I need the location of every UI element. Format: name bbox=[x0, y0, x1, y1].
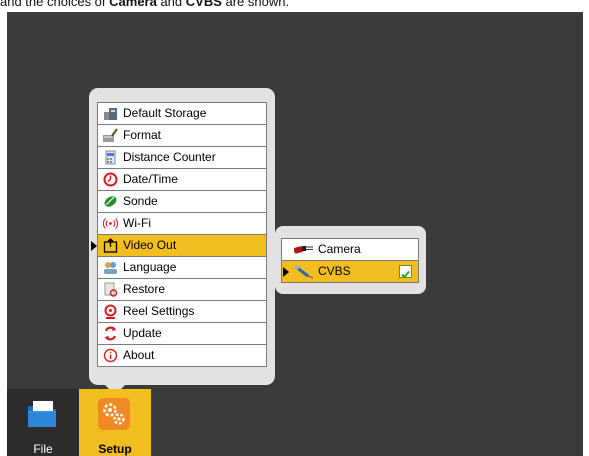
distance-counter-icon bbox=[103, 150, 118, 165]
submenu-item-label: CVBS bbox=[318, 264, 351, 278]
setup-menu-list: Default Storage Format Distance Counter … bbox=[91, 102, 267, 367]
taskbar: File Setup bbox=[7, 389, 151, 456]
menu-item-label: Update bbox=[123, 326, 162, 340]
selection-arrow-icon bbox=[91, 241, 97, 251]
menu-item-restore[interactable]: Restore bbox=[98, 279, 266, 301]
menu-item-label: Restore bbox=[123, 282, 166, 296]
submenu-item-label: Camera bbox=[318, 242, 361, 256]
menu-item-date-time[interactable]: Date/Time bbox=[98, 169, 266, 191]
cvbs-connector-icon bbox=[294, 264, 314, 279]
menu-item-default-storage[interactable]: Default Storage bbox=[98, 103, 266, 125]
menu-item-label: Date/Time bbox=[123, 172, 178, 186]
wifi-icon bbox=[103, 216, 118, 231]
menu-item-label: Video Out bbox=[123, 238, 177, 252]
menu-item-sonde[interactable]: Sonde bbox=[98, 191, 266, 213]
menu-item-label: About bbox=[123, 348, 155, 362]
menu-item-label: Language bbox=[123, 260, 177, 274]
submenu-item-camera[interactable]: Camera bbox=[282, 239, 418, 261]
camera-connector-icon bbox=[293, 242, 314, 257]
gears-icon bbox=[97, 397, 131, 431]
checkmark-icon bbox=[401, 270, 410, 279]
cvbs-checkbox[interactable] bbox=[399, 265, 412, 279]
clock-icon bbox=[103, 172, 118, 187]
video-out-submenu-list: Camera CVBS bbox=[281, 238, 419, 283]
menu-item-label: Sonde bbox=[123, 194, 158, 208]
menu-item-label: Format bbox=[123, 128, 162, 142]
format-icon bbox=[103, 128, 118, 143]
sonde-icon bbox=[103, 194, 118, 209]
restore-icon bbox=[103, 282, 118, 297]
video-out-submenu-panel: Camera CVBS bbox=[275, 226, 426, 294]
about-icon bbox=[103, 348, 118, 363]
menu-item-label: Wi-Fi bbox=[123, 216, 151, 230]
taskbar-file-button[interactable]: File bbox=[7, 389, 79, 456]
submenu-item-cvbs[interactable]: CVBS bbox=[282, 261, 418, 282]
reel-icon bbox=[103, 304, 118, 319]
menu-item-video-out[interactable]: Video Out bbox=[91, 235, 266, 257]
menu-item-label: Reel Settings bbox=[123, 304, 195, 318]
video-out-icon bbox=[103, 238, 118, 253]
language-icon bbox=[103, 260, 118, 275]
menu-item-distance-counter[interactable]: Distance Counter bbox=[98, 147, 266, 169]
menu-item-reel-settings[interactable]: Reel Settings bbox=[98, 301, 266, 323]
menu-item-language[interactable]: Language bbox=[98, 257, 266, 279]
menu-item-label: Distance Counter bbox=[123, 150, 216, 164]
menu-item-wifi[interactable]: Wi-Fi bbox=[98, 213, 266, 235]
menu-item-about[interactable]: About bbox=[98, 345, 266, 366]
taskbar-setup-label: Setup bbox=[98, 442, 132, 456]
update-icon bbox=[103, 326, 118, 341]
menu-item-update[interactable]: Update bbox=[98, 323, 266, 345]
storage-icon bbox=[103, 106, 118, 121]
setup-menu-panel: Default Storage Format Distance Counter … bbox=[89, 88, 275, 395]
menu-item-format[interactable]: Format bbox=[98, 125, 266, 147]
menu-item-label: Default Storage bbox=[123, 106, 207, 120]
selection-arrow-icon bbox=[283, 267, 289, 277]
taskbar-file-label: File bbox=[33, 442, 53, 456]
instruction-caption: and the choices of Camera and CVBS are s… bbox=[0, 0, 290, 9]
taskbar-setup-button[interactable]: Setup bbox=[79, 389, 151, 456]
folder-icon bbox=[25, 397, 59, 431]
